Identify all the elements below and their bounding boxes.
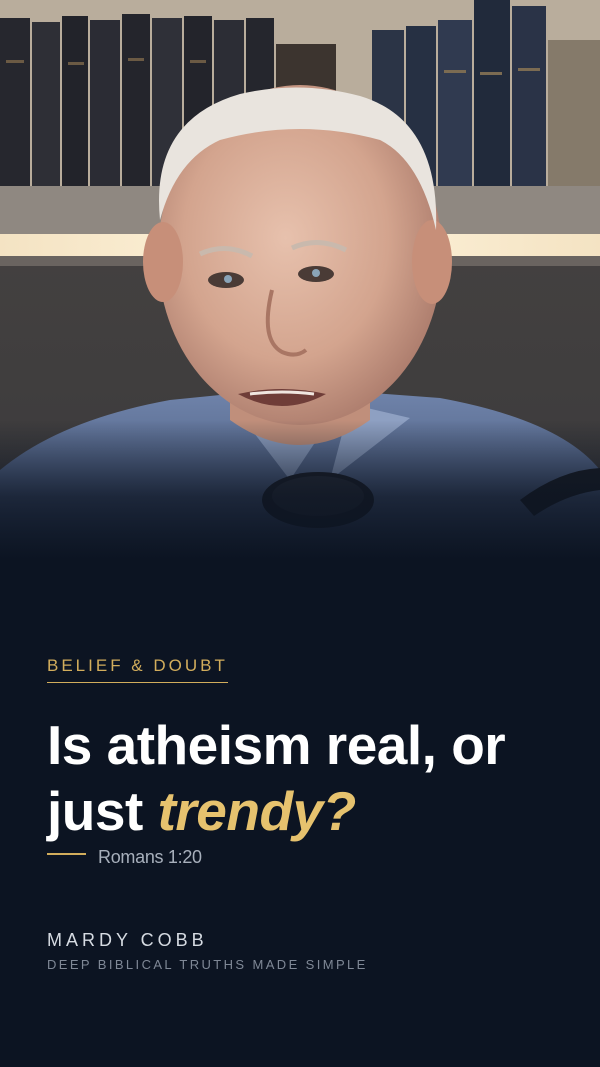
scripture-reference: Romans 1:20 bbox=[47, 844, 202, 870]
headline-accent: trendy? bbox=[157, 780, 357, 842]
headline: Is atheism real, or just trendy? bbox=[47, 712, 577, 844]
speaker-video[interactable] bbox=[0, 0, 600, 560]
video-fade bbox=[0, 420, 600, 560]
reference-text: Romans 1:20 bbox=[98, 846, 202, 867]
author-tagline: DEEP BIBLICAL TRUTHS MADE SIMPLE bbox=[47, 957, 368, 972]
category-kicker: BELIEF & DOUBT bbox=[47, 656, 228, 683]
story-frame: BELIEF & DOUBT Is atheism real, or just … bbox=[0, 0, 600, 1067]
reference-rule bbox=[47, 853, 86, 855]
author-name: MARDY COBB bbox=[47, 930, 208, 950]
